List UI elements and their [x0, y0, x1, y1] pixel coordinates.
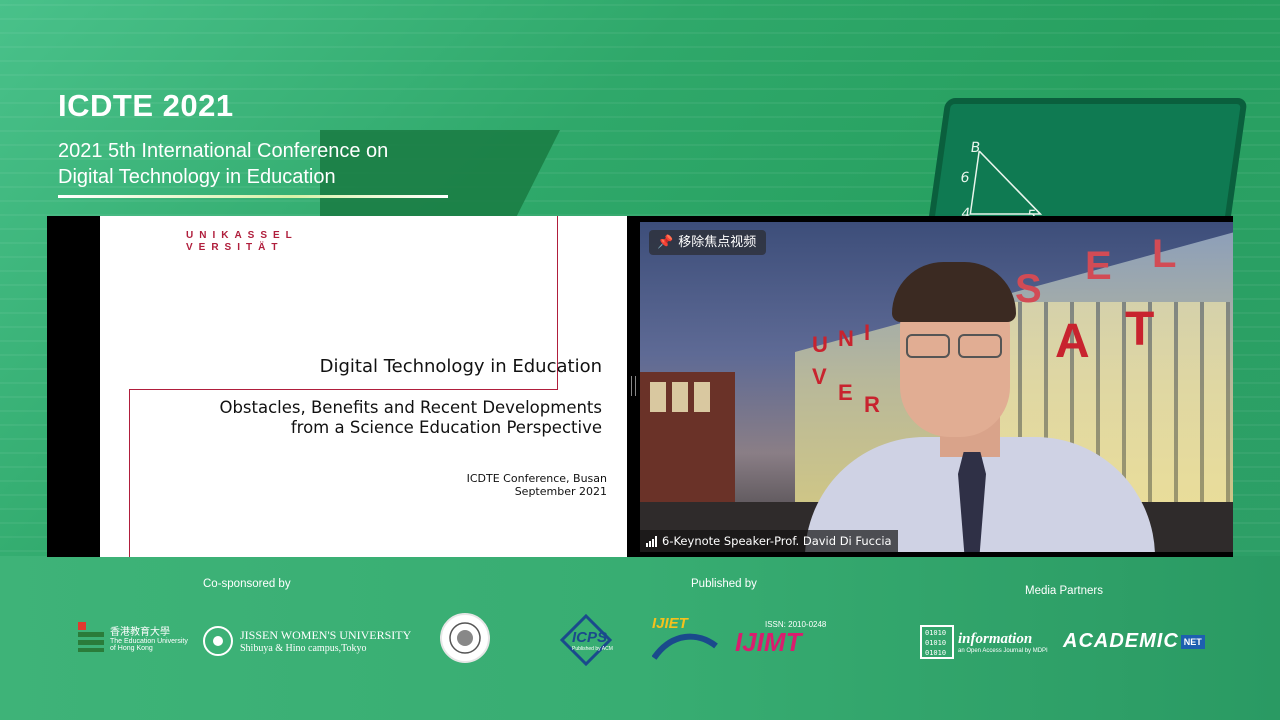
kassel-logo-line2: VERSITÄT	[186, 242, 284, 253]
signal-strength-icon	[646, 535, 657, 547]
title-underline	[58, 195, 448, 198]
icps-logo: ICPS Published by ACM	[560, 614, 613, 666]
slide-subtitle: Obstacles, Benefits and Recent Developme…	[219, 398, 602, 437]
ijiet-swirl-icon	[651, 633, 718, 660]
triangle-drawing	[969, 150, 1043, 215]
participant-name-tag: 6-Keynote Speaker-Prof. David Di Fuccia	[640, 530, 898, 552]
unpin-video-button[interactable]: 📌 移除焦点视频	[649, 230, 767, 255]
speaker-hair	[892, 262, 1016, 322]
media-partners-label: Media Partners	[1025, 585, 1103, 597]
kassel-logo-line1: UNIKASSEL	[186, 230, 298, 241]
cosponsored-label: Co-sponsored by	[203, 578, 291, 590]
conference-subtitle: 2021 5th International Conference on Dig…	[58, 140, 389, 188]
conference-title: ICDTE 2021	[58, 88, 234, 123]
pin-icon: 📌	[657, 235, 674, 250]
published-label: Published by	[691, 578, 757, 590]
shared-slide: UNIKASSEL VERSITÄT Digital Technology in…	[100, 216, 627, 557]
information-logo: 01010 01010 01010 information an Open Ac…	[920, 625, 1048, 659]
jissen-logo: JISSEN WOMEN'S UNIVERSITY Shibuya & Hino…	[202, 625, 411, 657]
eduhk-logo: 香港教育大學 The Education University of Hong …	[78, 622, 188, 652]
slide-rule-horizontal	[129, 389, 558, 390]
conference-header: ICDTE 2021 2021 5th International Confer…	[58, 88, 388, 188]
chalkboard-illustration: B 6 4 5	[926, 98, 1248, 235]
speaker-video[interactable]: S E L A T U N I V E R 📌 移除焦点视频 6-Keynote…	[640, 222, 1233, 552]
meeting-stage: UNIKASSEL VERSITÄT Digital Technology in…	[47, 216, 1233, 557]
unpin-label: 移除焦点视频	[678, 235, 757, 250]
background-building-left	[640, 372, 735, 502]
seal-emblem-icon	[440, 613, 490, 663]
speaker-glasses	[906, 334, 1002, 358]
academic-net-logo: ACADEMIC NET	[1063, 630, 1205, 653]
slide-title: Digital Technology in Education	[319, 356, 602, 377]
ijimt-logo: ISSN: 2010-0248 IJIMT	[735, 620, 827, 657]
speaker-name: 6-Keynote Speaker-Prof. David Di Fuccia	[662, 534, 892, 548]
binary-icon: 01010 01010 01010	[920, 625, 954, 659]
slide-rule-vertical-left	[129, 389, 130, 557]
eduhk-emblem-icon	[78, 622, 104, 652]
slide-event-info: ICDTE Conference, Busan September 2021	[466, 472, 607, 498]
university-seal	[440, 613, 490, 663]
flower-emblem-icon	[203, 626, 233, 656]
ijiet-logo: IJIET	[651, 615, 718, 665]
split-resize-handle[interactable]	[631, 376, 636, 396]
